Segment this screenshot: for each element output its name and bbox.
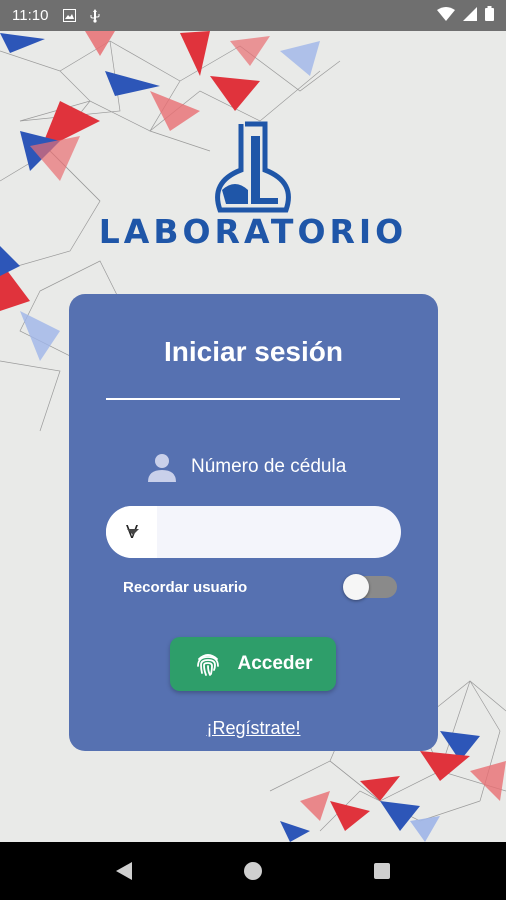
id-number-label: Número de cédula	[191, 456, 347, 477]
id-label-row: Número de cédula	[147, 452, 346, 482]
toggle-thumb	[343, 574, 369, 600]
user-icon	[148, 454, 176, 482]
login-button-label: Acceder	[237, 653, 313, 674]
login-card: Iniciar sesión Número de cédula V Record…	[69, 294, 438, 751]
login-button[interactable]: Acceder	[170, 637, 336, 691]
wifi-icon	[437, 6, 455, 25]
laboratorio-logo-text: LABORATORIO	[98, 212, 408, 251]
back-button[interactable]	[104, 851, 144, 891]
image-notification-icon	[62, 9, 76, 23]
remember-row: Recordar usuario	[123, 572, 397, 602]
status-bar: 11:10	[0, 0, 506, 31]
usb-notification-icon	[88, 8, 102, 23]
signal-icon	[463, 6, 477, 25]
page-title: Iniciar sesión	[164, 336, 343, 367]
chevron-down-icon	[127, 529, 139, 535]
home-button[interactable]	[233, 851, 273, 891]
id-type-dropdown[interactable]: V	[106, 506, 157, 558]
register-link[interactable]: ¡Regístrate!	[69, 718, 438, 739]
remember-user-label: Recordar usuario	[123, 578, 248, 596]
recents-button[interactable]	[362, 851, 402, 891]
recents-icon	[373, 863, 390, 879]
title-divider	[106, 398, 400, 400]
status-time: 11:10	[12, 7, 49, 24]
battery-icon	[485, 6, 494, 25]
id-input-group: V	[106, 506, 401, 558]
remember-user-toggle[interactable]	[343, 572, 397, 602]
id-number-input[interactable]	[157, 506, 401, 558]
home-icon	[243, 862, 262, 880]
fingerprint-icon	[196, 654, 219, 676]
back-icon	[116, 862, 133, 880]
navigation-bar	[0, 842, 506, 900]
